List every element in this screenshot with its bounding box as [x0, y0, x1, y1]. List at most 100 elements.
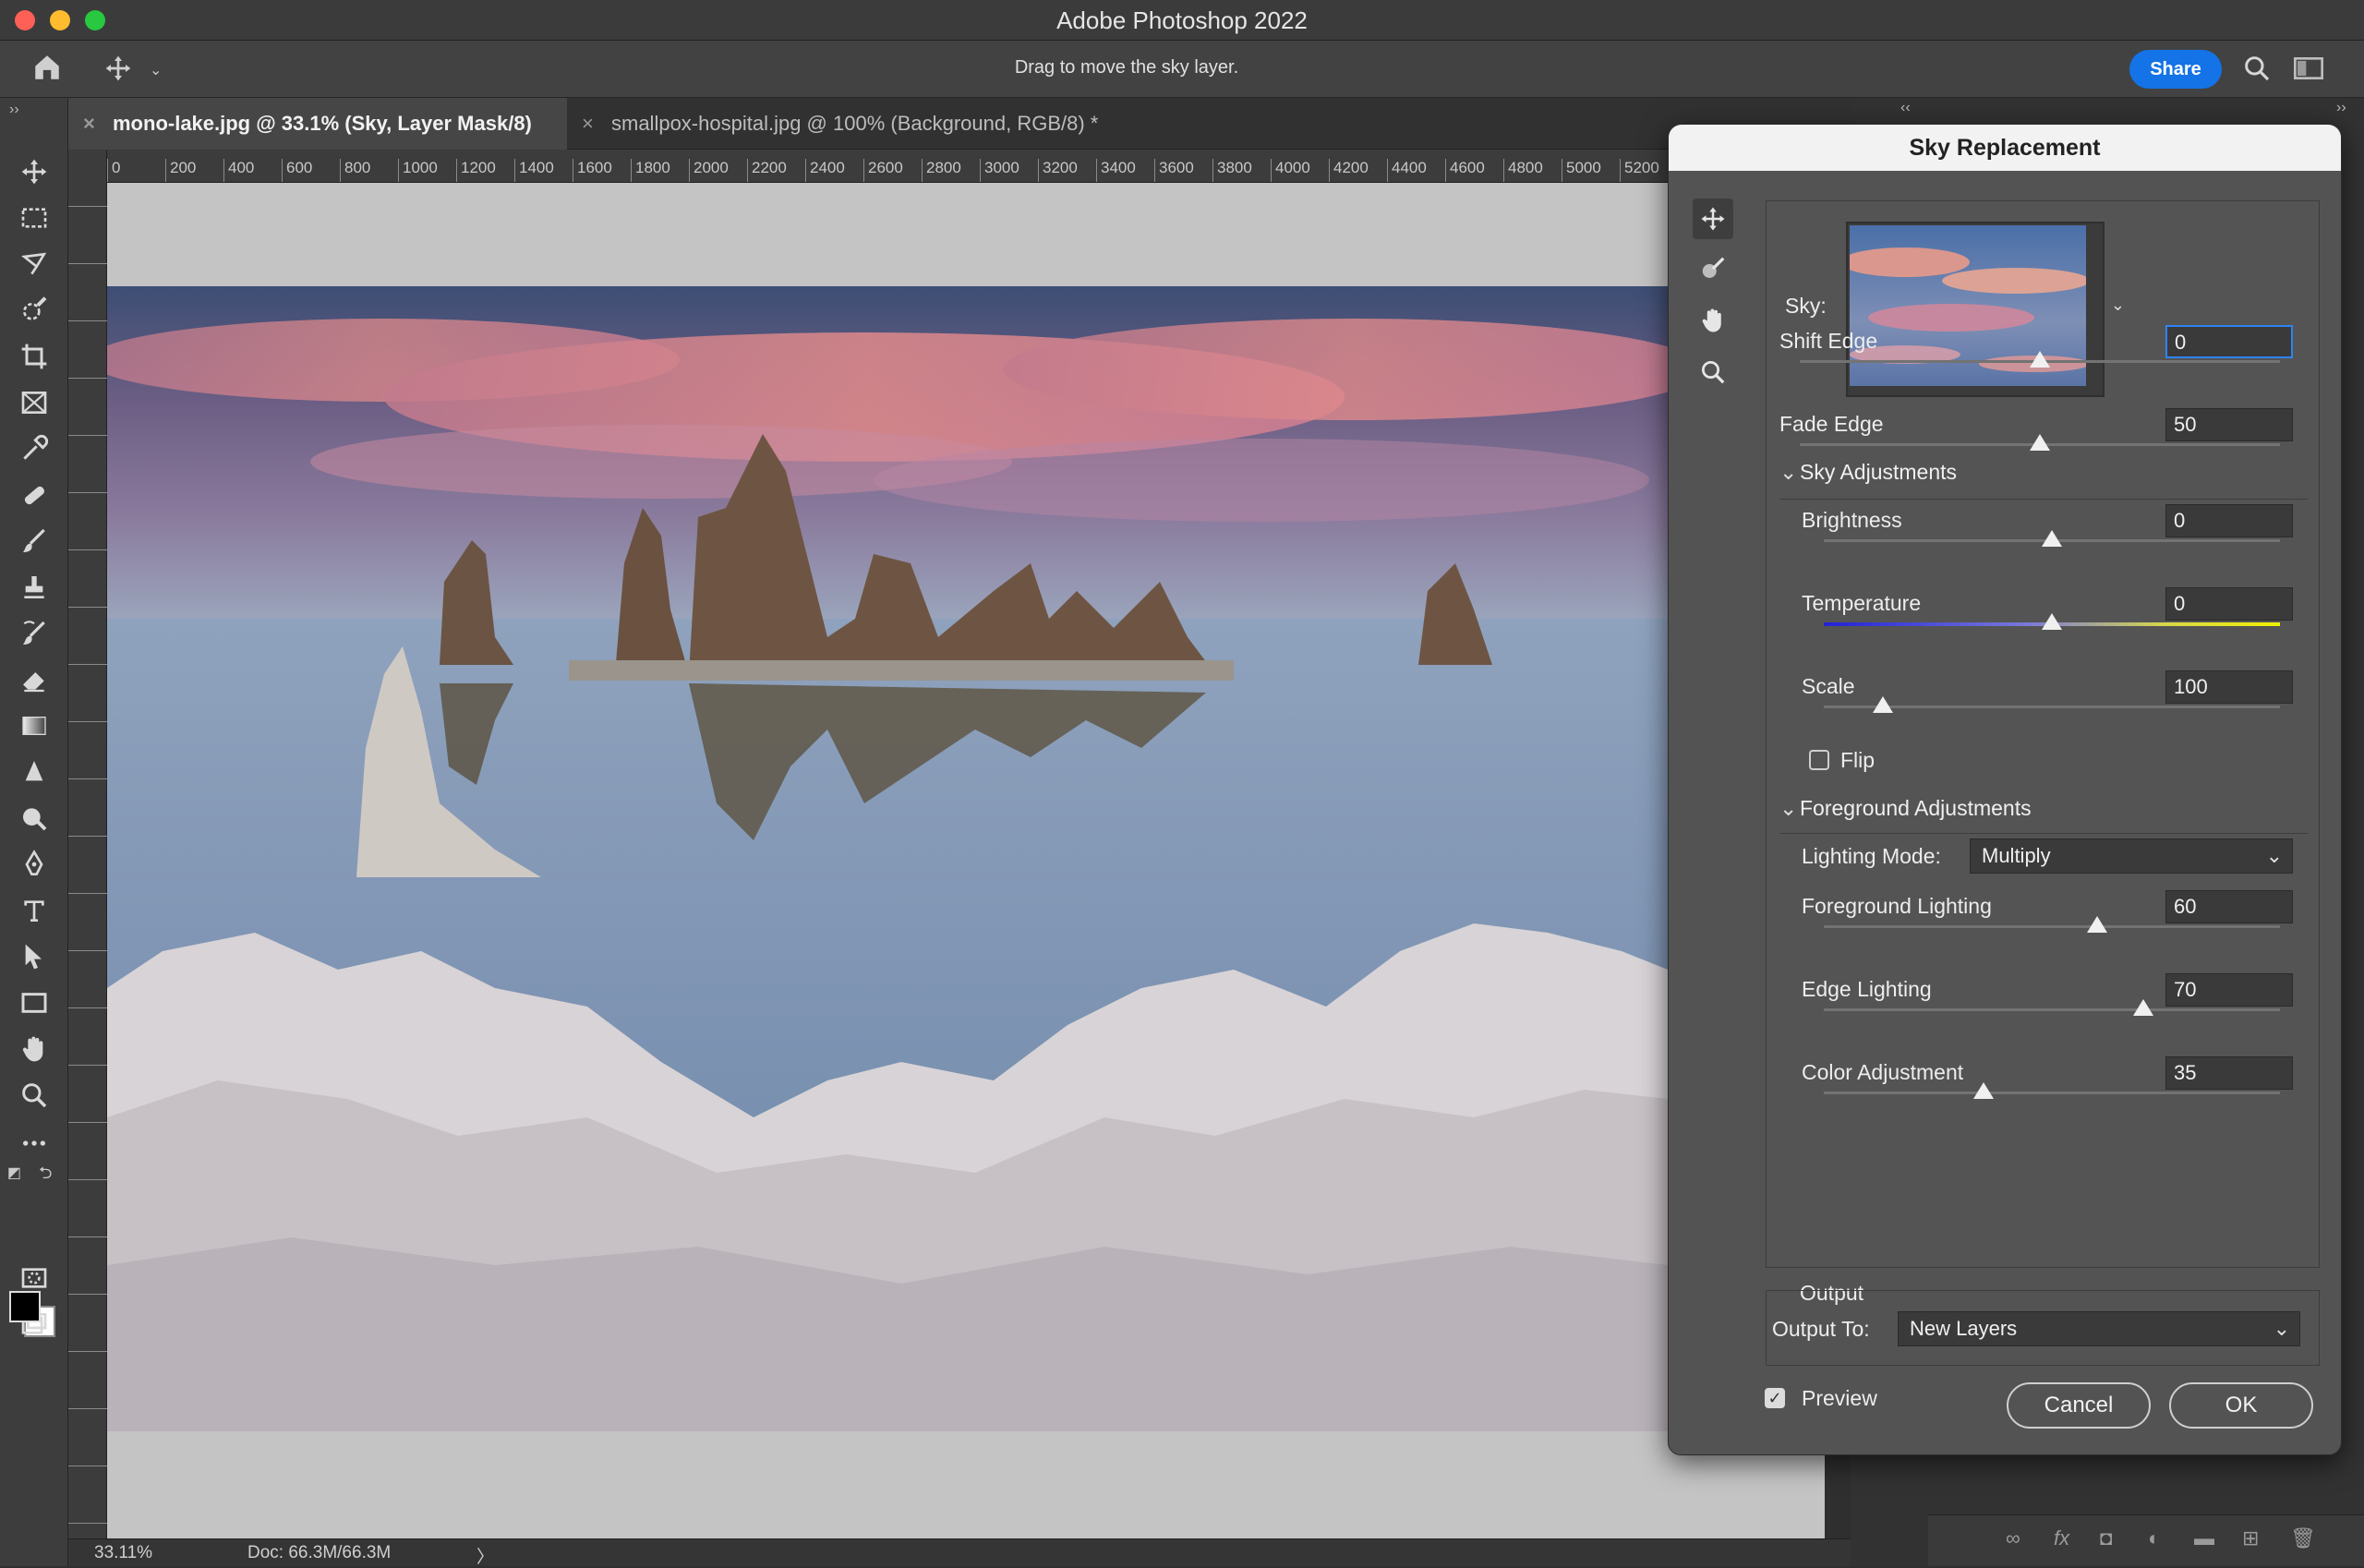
tab-label: mono-lake.jpg @ 33.1% (Sky, Layer Mask/8…: [113, 112, 532, 135]
shift-edge-field[interactable]: 0: [2165, 325, 2293, 358]
trash-icon[interactable]: 🗑: [2290, 1526, 2316, 1550]
brightness-slider-thumb[interactable]: [2042, 530, 2062, 547]
foreground-color-swatch[interactable]: [9, 1291, 41, 1322]
path-selection-tool-icon[interactable]: [16, 938, 53, 975]
frame-tool-icon[interactable]: [16, 384, 53, 421]
edge-lighting-field[interactable]: 70: [2165, 973, 2293, 1007]
brush-tool-icon[interactable]: [16, 523, 53, 560]
horizontal-ruler[interactable]: 0 200 400 600 800 1000 1200 1400 1600 1800 2000 220…: [107, 150, 1851, 183]
workspace-icon[interactable]: [2294, 55, 2323, 87]
edge-lighting-slider-thumb[interactable]: [2132, 999, 2153, 1016]
eraser-tool-icon[interactable]: [16, 661, 53, 698]
brightness-field[interactable]: 0: [2165, 504, 2293, 537]
zoom-level[interactable]: 33.11%: [94, 1543, 152, 1563]
temperature-slider-thumb[interactable]: [2042, 613, 2062, 630]
collapse-panels-icon[interactable]: ‹‹: [1900, 100, 1911, 116]
default-colors-icon[interactable]: ◩: [7, 1164, 21, 1182]
edge-lighting-label: Edge Lighting: [1802, 977, 1932, 1001]
ruler-tick-label: 1600: [573, 159, 612, 182]
folder-icon[interactable]: ▬: [2194, 1526, 2214, 1550]
expand-panels-icon[interactable]: ››: [2336, 100, 2346, 116]
hand-tool-icon[interactable]: [16, 1031, 53, 1067]
ruler-tick-label: 2200: [747, 159, 787, 182]
window-minimize-button[interactable]: [50, 10, 70, 30]
tab-mono-lake[interactable]: × mono-lake.jpg @ 33.1% (Sky, Layer Mask…: [68, 98, 567, 150]
sky-preset-picker[interactable]: ⌄: [1846, 222, 2125, 397]
sky-replacement-dialog: Sky Replacement Sky: ⌄ Shift Edge 0 Fade…: [1668, 124, 2342, 1455]
search-icon[interactable]: [2242, 54, 2272, 89]
color-adjustment-slider-thumb[interactable]: [1972, 1082, 1994, 1099]
sky-brush-tool-icon[interactable]: [1693, 248, 1733, 289]
clone-stamp-tool-icon[interactable]: [16, 569, 53, 606]
chevron-down-icon[interactable]: ⌄: [2111, 296, 2125, 315]
window-close-button[interactable]: [15, 10, 35, 30]
sky-adjustments-header[interactable]: ⌄ Sky Adjustments: [1779, 460, 1957, 485]
color-adjustment-slider-track[interactable]: [1824, 1092, 2280, 1094]
tab-smallpox-hospital[interactable]: × smallpox-hospital.jpg @ 100% (Backgrou…: [567, 98, 1232, 150]
add-mask-icon[interactable]: ◘: [2100, 1526, 2112, 1550]
ruler-tick-label: 4400: [1387, 159, 1427, 182]
flip-checkbox[interactable]: [1809, 750, 1829, 770]
vertical-ruler[interactable]: [68, 150, 107, 1538]
document-tabs: × mono-lake.jpg @ 33.1% (Sky, Layer Mask…: [68, 98, 1851, 150]
dodge-tool-icon[interactable]: [16, 800, 53, 837]
foreground-lighting-field[interactable]: 60: [2165, 890, 2293, 923]
eyedropper-tool-icon[interactable]: [16, 430, 53, 467]
output-to-select[interactable]: New Layers ⌄: [1898, 1311, 2300, 1346]
adjustment-layer-icon[interactable]: ◐: [2148, 1526, 2160, 1550]
tools-panel: ›› ◩ ⮌: [0, 98, 68, 1566]
tool-hint: Drag to move the sky layer.: [1014, 57, 1239, 78]
cancel-button[interactable]: Cancel: [2007, 1382, 2151, 1429]
quick-selection-tool-icon[interactable]: [16, 292, 53, 329]
swap-colors-icon[interactable]: ⮌: [39, 1162, 52, 1189]
temperature-field[interactable]: 0: [2165, 587, 2293, 621]
foreground-lighting-slider-thumb[interactable]: [2087, 916, 2108, 933]
blur-tool-icon[interactable]: [16, 754, 53, 790]
share-button[interactable]: Share: [2129, 50, 2222, 89]
scale-slider-thumb[interactable]: [1873, 696, 1894, 713]
foreground-lighting-slider-track[interactable]: [1824, 925, 2280, 928]
zoom-tool-icon[interactable]: [16, 1077, 53, 1114]
move-tool-icon[interactable]: [16, 153, 53, 190]
marquee-tool-icon[interactable]: [16, 199, 53, 236]
ok-button[interactable]: OK: [2169, 1382, 2313, 1429]
crop-tool-icon[interactable]: [16, 338, 53, 375]
rectangle-tool-icon[interactable]: [16, 984, 53, 1021]
lighting-mode-select[interactable]: Multiply ⌄: [1970, 838, 2293, 874]
shift-edge-slider-thumb[interactable]: [2030, 351, 2050, 368]
gradient-tool-icon[interactable]: [16, 707, 53, 744]
collapse-panel-icon[interactable]: ››: [9, 102, 19, 118]
foreground-adjustments-header[interactable]: ⌄ Foreground Adjustments: [1779, 796, 2032, 821]
scale-field[interactable]: 100: [2165, 670, 2293, 704]
more-tools-icon[interactable]: [16, 1125, 53, 1162]
type-tool-icon[interactable]: [16, 892, 53, 929]
fade-edge-field[interactable]: 50: [2165, 408, 2293, 441]
preview-checkbox[interactable]: ✓: [1765, 1388, 1785, 1408]
pen-tool-icon[interactable]: [16, 846, 53, 883]
section-divider: [1779, 833, 2308, 834]
title-bar: Adobe Photoshop 2022: [0, 0, 2364, 41]
link-layers-icon[interactable]: ∞: [2006, 1526, 2020, 1550]
lasso-tool-icon[interactable]: [16, 246, 53, 283]
status-menu-arrow[interactable]: 〉: [476, 1543, 494, 1568]
close-tab-icon[interactable]: ×: [582, 98, 594, 150]
healing-brush-tool-icon[interactable]: [16, 476, 53, 513]
dialog-title: Sky Replacement: [1669, 125, 2341, 171]
close-tab-icon[interactable]: ×: [83, 98, 95, 150]
document-image[interactable]: [107, 286, 1668, 1431]
new-layer-icon[interactable]: ⊞: [2242, 1526, 2259, 1550]
history-brush-tool-icon[interactable]: [16, 615, 53, 652]
hand-tool-icon[interactable]: [1693, 300, 1733, 341]
sky-move-tool-icon[interactable]: [1693, 199, 1733, 239]
fx-icon[interactable]: fx: [2054, 1526, 2069, 1550]
window-zoom-button[interactable]: [85, 10, 105, 30]
ruler-tick-label: 400: [223, 159, 254, 182]
temperature-label: Temperature: [1802, 591, 1922, 615]
color-adjustment-field[interactable]: 35: [2165, 1056, 2293, 1090]
edge-lighting-slider-track[interactable]: [1824, 1008, 2280, 1011]
section-divider: [1779, 499, 2308, 500]
zoom-tool-icon[interactable]: [1693, 352, 1733, 392]
foreground-lighting-label: Foreground Lighting: [1802, 894, 1992, 918]
ruler-tick-label: 4000: [1271, 159, 1310, 182]
fade-edge-slider-thumb[interactable]: [2030, 434, 2050, 451]
